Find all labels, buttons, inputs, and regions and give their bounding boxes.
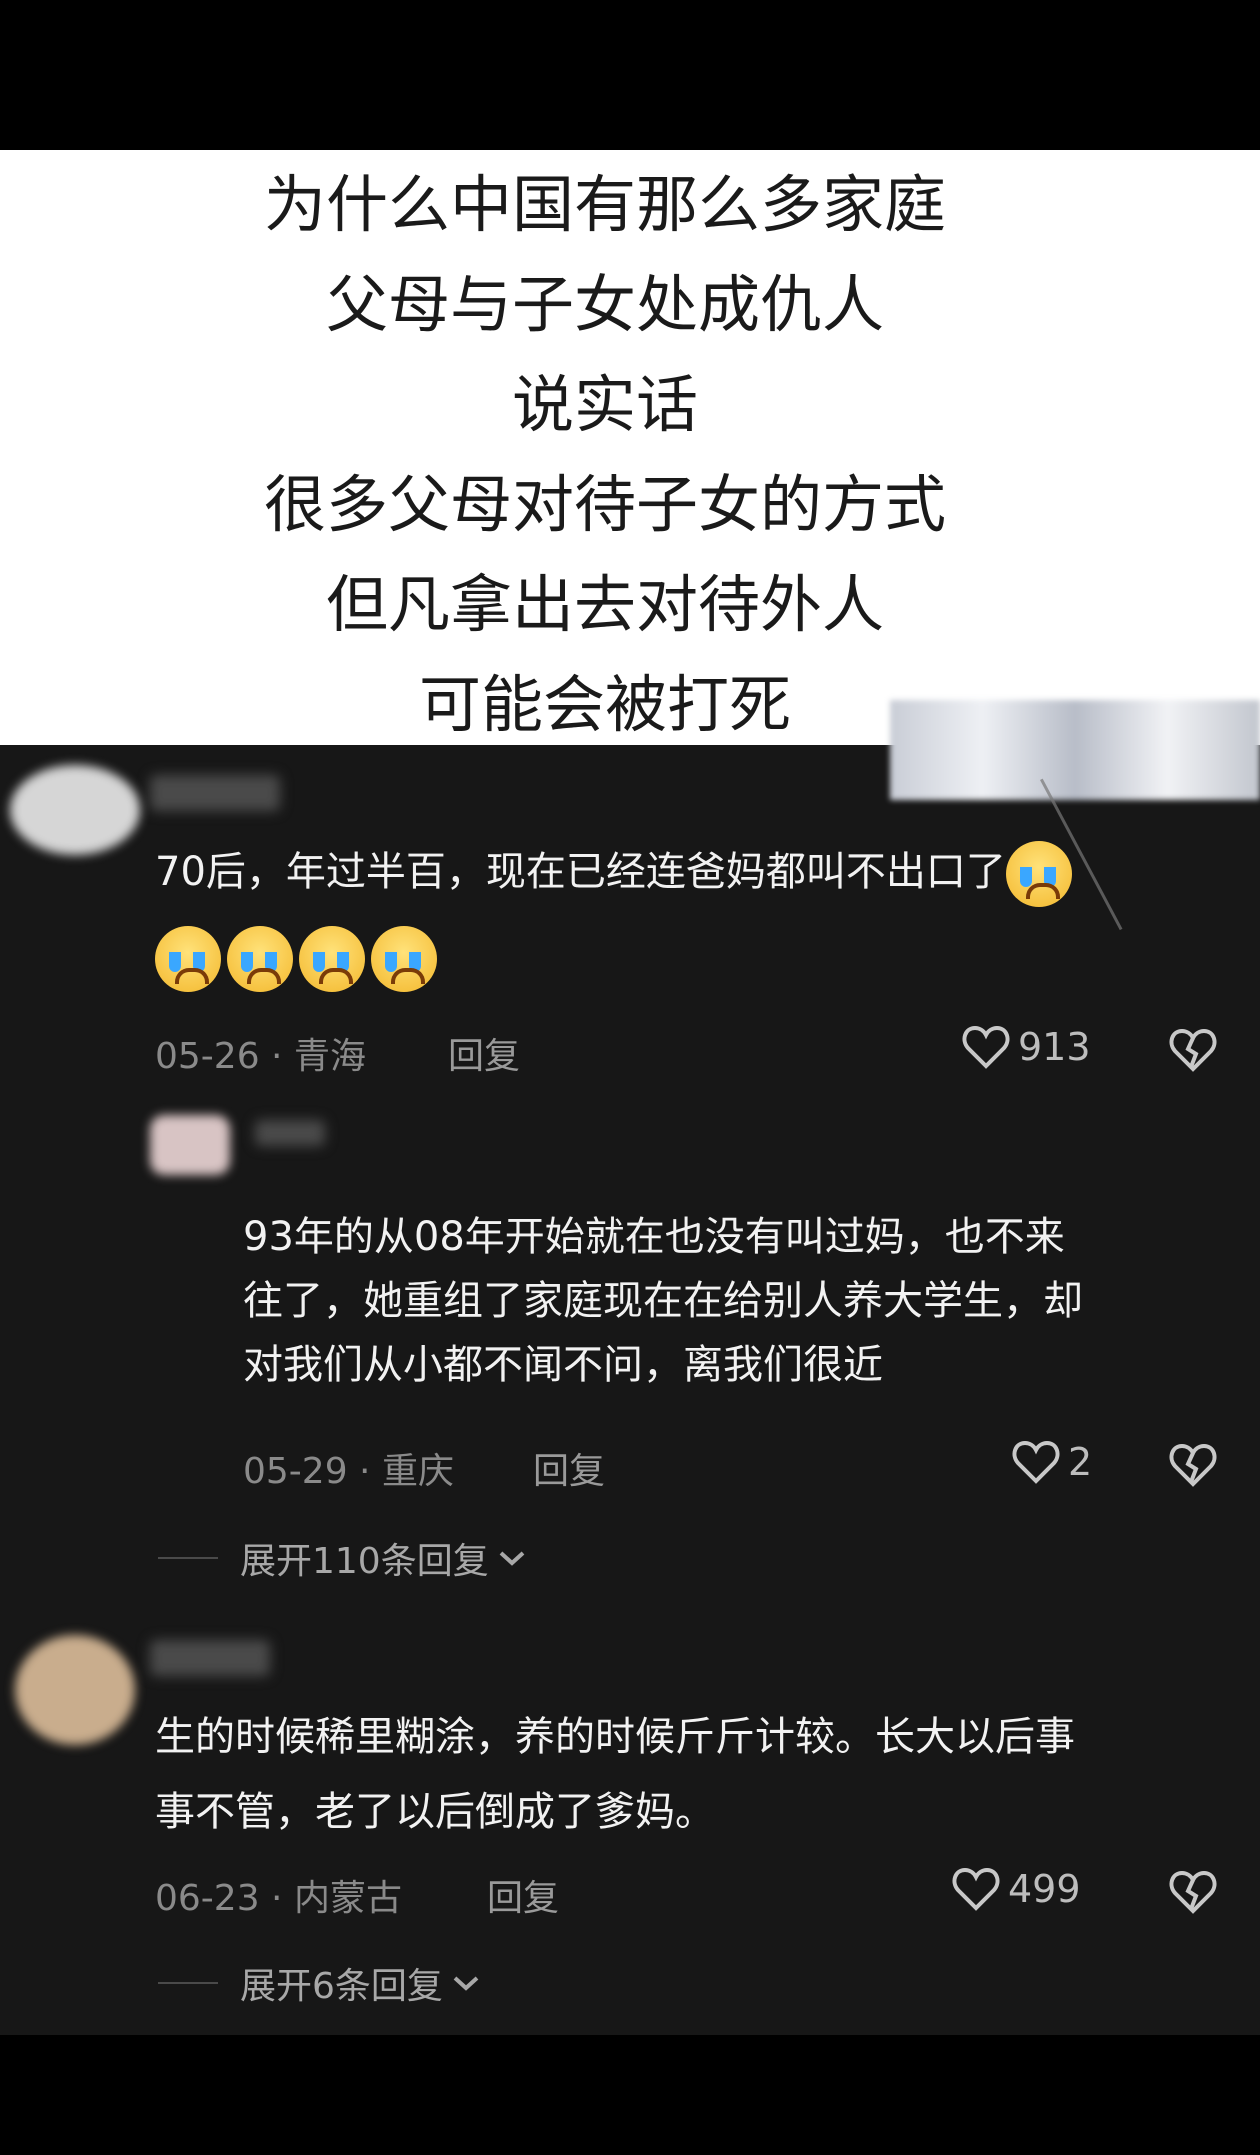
caption-line-4: 很多父母对待子女的方式 [263,468,946,541]
comment-text-line: 生的时候稀里糊涂，养的时候斤斤计较。长大以后事 [155,1714,1075,1760]
divider [158,1982,218,1984]
like-count: 499 [1008,1867,1081,1911]
caption-line-2: 父母与子女处成仇人 [325,268,884,341]
crying-emoji-icon [1005,841,1072,907]
comment-text-line: 70后，年过半百，现在已经连爸妈都叫不出口了 [155,849,1006,895]
expand-replies-label: 展开110条回复 [240,1541,489,1582]
comment-text-line: 对我们从小都不闻不问，离我们很近 [243,1342,883,1388]
avatar[interactable] [15,1635,135,1745]
reply-button[interactable]: 回复 [487,1869,559,1921]
caption-line-5: 但凡拿出去对待外人 [325,568,884,641]
crying-emoji-icon [371,926,437,992]
comment-date-location: 06-23 · 内蒙古 [155,1878,402,1919]
like-count: 913 [1018,1025,1091,1069]
dislike-button[interactable] [1168,1442,1218,1492]
comment-date-location: 05-29 · 重庆 [243,1451,454,1492]
top-black-bar [0,0,1260,150]
comment-list: 70后，年过半百，现在已经连爸妈都叫不出口了 05-26 · 青海 回复 913… [0,745,1260,2035]
divider [158,1557,218,1559]
broken-heart-icon [1169,1443,1217,1487]
comment-text-line: 事不管，老了以后倒成了爹妈。 [155,1789,715,1835]
username-blurred[interactable] [150,1640,270,1676]
like-button[interactable]: 499 [952,1867,1081,1911]
comment-text-line: 往了，她重组了家庭现在在给别人养大学生，却 [243,1278,1083,1324]
avatar[interactable] [150,1115,230,1175]
chevron-down-icon [499,1551,525,1566]
like-button[interactable]: 913 [962,1025,1091,1069]
broken-heart-icon [1169,1028,1217,1072]
expand-replies-button[interactable]: 展开110条回复 [158,1532,529,1584]
reply-button[interactable]: 回复 [533,1442,605,1494]
dislike-button[interactable] [1168,1869,1218,1919]
caption-line-1: 为什么中国有那么多家庭 [263,168,946,241]
expand-replies-button[interactable]: 展开6条回复 [158,1957,483,2009]
heart-icon [952,1867,1000,1911]
username-blurred[interactable] [255,1120,325,1146]
comment-text: 70后，年过半百，现在已经连爸妈都叫不出口了 [155,840,1078,907]
comment-text-line: 93年的从08年开始就在也没有叫过妈，也不来 [243,1214,1065,1260]
emoji-row [155,925,443,992]
username-blurred[interactable] [150,775,280,811]
heart-icon [1012,1440,1060,1484]
expand-replies-label: 展开6条回复 [240,1966,443,2007]
avatar[interactable] [10,765,140,855]
bottom-black-bar [0,2035,1260,2155]
reply-button[interactable]: 回复 [448,1027,520,1079]
like-count: 2 [1068,1440,1093,1484]
crying-emoji-icon [299,926,365,992]
chevron-down-icon [453,1976,479,1991]
broken-heart-icon [1169,1870,1217,1914]
heart-icon [962,1025,1010,1069]
crying-emoji-icon [155,926,221,992]
blurred-watermark [890,700,1260,800]
crying-emoji-icon [227,926,293,992]
video-caption-panel: 为什么中国有那么多家庭 父母与子女处成仇人 说实话 很多父母对待子女的方式 但凡… [0,150,1260,745]
like-button[interactable]: 2 [1012,1440,1092,1484]
dislike-button[interactable] [1168,1027,1218,1077]
comment-date-location: 05-26 · 青海 [155,1036,366,1077]
caption-line-3: 说实话 [511,368,698,441]
